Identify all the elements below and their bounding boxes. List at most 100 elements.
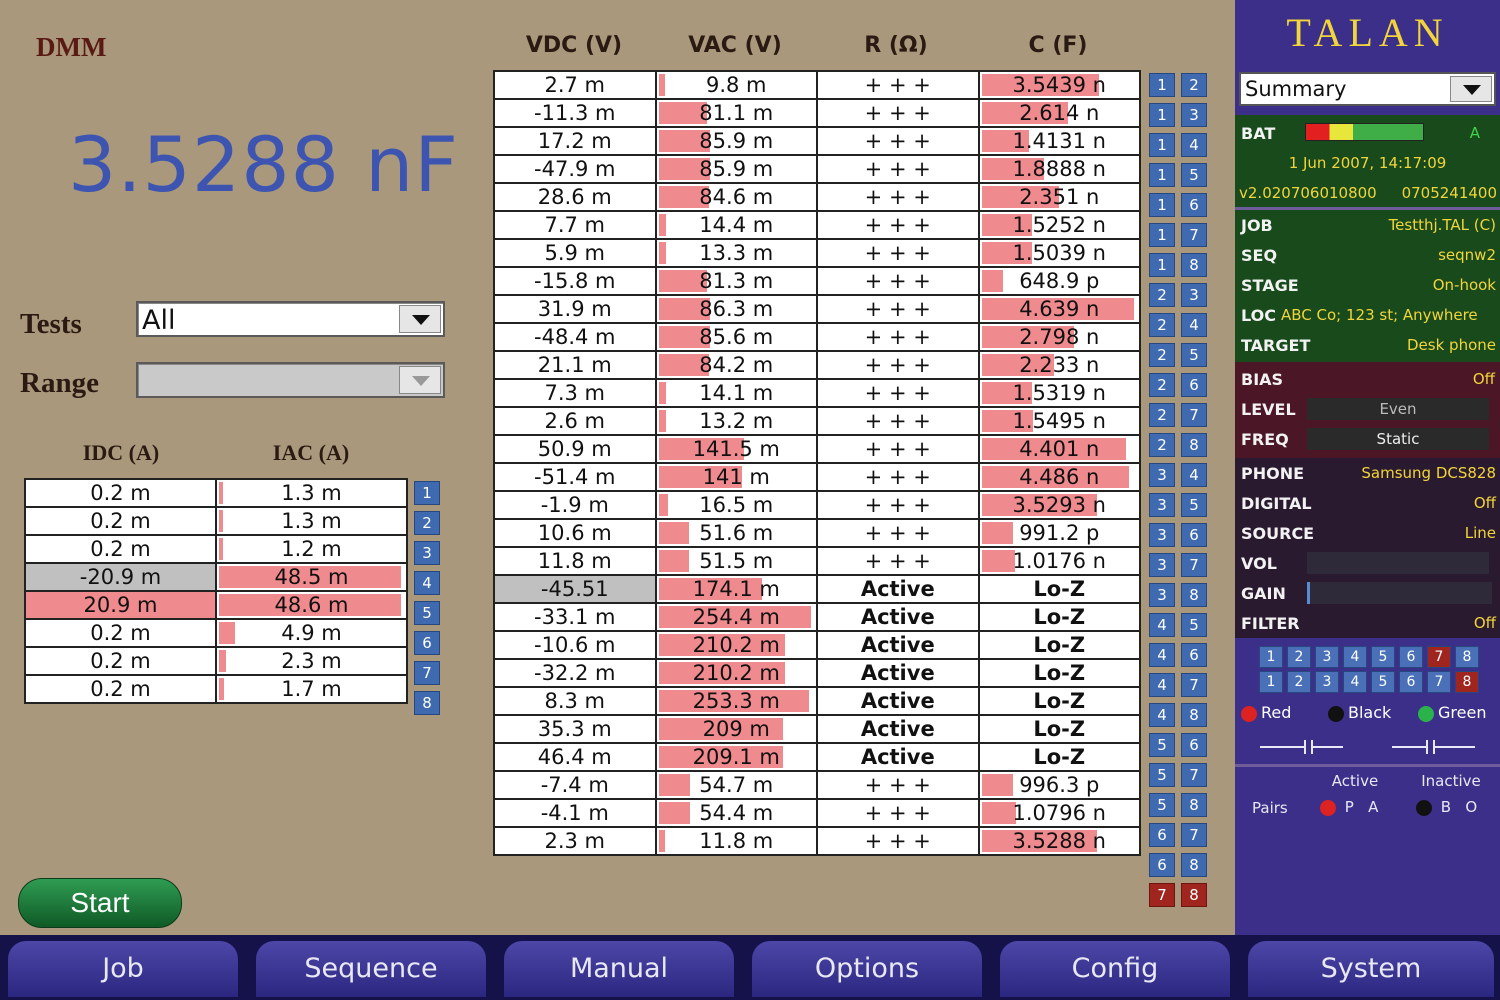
pair-button[interactable]: 8 [1181,703,1207,727]
pair-button[interactable]: 6 [1181,373,1207,397]
pair-button[interactable]: 6 [1181,193,1207,217]
lead-black[interactable]: Black [1328,703,1391,722]
lead-key[interactable]: 1 [1259,671,1283,693]
pair-button[interactable]: 8 [1181,253,1207,277]
pair-button[interactable]: 5 [1181,163,1207,187]
pair-button[interactable]: 5 [1181,493,1207,517]
pair-button[interactable]: 1 [1149,103,1175,127]
pair-button[interactable]: 1 [1149,163,1175,187]
pair-button[interactable]: 2 [1149,373,1175,397]
nav-options[interactable]: Options [752,941,982,997]
chevron-down-icon[interactable] [1450,76,1492,102]
pair-button[interactable]: 3 [1181,103,1207,127]
pair-button[interactable]: 6 [1181,643,1207,667]
lead-key[interactable]: 6 [1399,671,1423,693]
nav-manual[interactable]: Manual [504,941,734,997]
lead-red[interactable]: Red [1241,703,1291,722]
pair-button[interactable]: 4 [1149,673,1175,697]
pair-button[interactable]: 4 [1149,613,1175,637]
pair-button[interactable]: 8 [1181,853,1207,877]
pair-button[interactable]: 7 [1181,763,1207,787]
pair-button[interactable]: 5 [1181,613,1207,637]
pair-button[interactable]: 4 [1181,313,1207,337]
view-select[interactable]: Summary [1239,72,1496,106]
pair-button[interactable]: 3 [414,541,440,565]
lead-key[interactable]: 2 [1287,646,1311,668]
start-button[interactable]: Start [18,878,182,928]
lead-key[interactable]: 7 [1427,646,1451,668]
lead-key[interactable]: 2 [1287,671,1311,693]
pair-button[interactable]: 7 [1181,403,1207,427]
pair-button[interactable]: 3 [1149,493,1175,517]
pair-button[interactable]: 3 [1149,583,1175,607]
pair-button[interactable]: 7 [1181,673,1207,697]
chevron-down-icon[interactable] [399,305,441,333]
pair-button[interactable]: 3 [1181,283,1207,307]
lead-key[interactable]: 7 [1427,671,1451,693]
pair-button[interactable]: 2 [1149,313,1175,337]
pair-button[interactable]: 2 [1149,343,1175,367]
lead-key[interactable]: 8 [1455,671,1479,693]
lead-key[interactable]: 6 [1399,646,1423,668]
pair-button[interactable]: 1 [1149,73,1175,97]
pair-button[interactable]: 8 [1181,883,1207,907]
pair-button[interactable]: 3 [1149,463,1175,487]
pair-button[interactable]: 2 [1149,283,1175,307]
lead-green[interactable]: Green [1418,703,1486,722]
pair-button[interactable]: 4 [414,571,440,595]
pair-button[interactable]: 1 [1149,133,1175,157]
pair-button[interactable]: 8 [1181,793,1207,817]
pair-button[interactable]: 2 [1149,433,1175,457]
pair-button[interactable]: 1 [1149,223,1175,247]
pair-button[interactable]: 5 [1149,733,1175,757]
pair-button[interactable]: 2 [1181,73,1207,97]
nav-config[interactable]: Config [1000,941,1230,997]
pair-button[interactable]: 5 [414,601,440,625]
lead-key[interactable]: 4 [1343,671,1367,693]
pair-button[interactable]: 5 [1181,343,1207,367]
pair-button[interactable]: 4 [1181,463,1207,487]
lead-key[interactable]: 3 [1315,671,1339,693]
lead-key[interactable]: 5 [1371,671,1395,693]
range-select[interactable] [136,362,445,398]
pair-button[interactable]: 2 [1149,403,1175,427]
pair-button[interactable]: 1 [1149,193,1175,217]
lead-key[interactable]: 8 [1455,646,1479,668]
pair-button[interactable]: 6 [1181,523,1207,547]
lead-key[interactable]: 3 [1315,646,1339,668]
tests-select[interactable]: All [136,301,445,337]
pair-button[interactable]: 3 [1149,553,1175,577]
pair-button[interactable]: 4 [1149,643,1175,667]
freq-value[interactable]: Static [1307,428,1489,450]
lead-key[interactable]: 5 [1371,646,1395,668]
nav-job[interactable]: Job [8,941,238,997]
pair-button[interactable]: 5 [1149,763,1175,787]
pair-button[interactable]: 6 [414,631,440,655]
pair-button[interactable]: 6 [1181,733,1207,757]
pair-button[interactable]: 4 [1149,703,1175,727]
pair-button[interactable]: 2 [414,511,440,535]
nav-system[interactable]: System [1248,941,1494,997]
pair-button[interactable]: 8 [1181,583,1207,607]
pair-button[interactable]: 7 [1181,223,1207,247]
chevron-down-icon[interactable] [399,366,441,394]
pair-button[interactable]: 5 [1149,793,1175,817]
pair-button[interactable]: 4 [1181,133,1207,157]
pair-button[interactable]: 7 [1149,883,1175,907]
pair-button[interactable]: 1 [1149,253,1175,277]
vol-slider[interactable] [1307,552,1489,574]
pair-button[interactable]: 6 [1149,823,1175,847]
pair-button[interactable]: 8 [414,691,440,715]
level-value[interactable]: Even [1307,398,1489,420]
pair-button[interactable]: 7 [1181,823,1207,847]
pair-button[interactable]: 6 [1149,853,1175,877]
pair-button[interactable]: 3 [1149,523,1175,547]
pair-button[interactable]: 1 [414,481,440,505]
lead-key[interactable]: 4 [1343,646,1367,668]
pair-button[interactable]: 7 [1181,553,1207,577]
nav-sequence[interactable]: Sequence [256,941,486,997]
gain-slider[interactable] [1307,582,1492,604]
pair-button[interactable]: 7 [414,661,440,685]
pair-button[interactable]: 8 [1181,433,1207,457]
lead-key[interactable]: 1 [1259,646,1283,668]
